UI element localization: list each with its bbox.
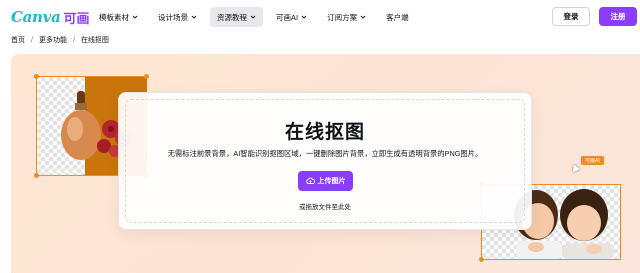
cloud-upload-icon xyxy=(305,177,315,184)
breadcrumb-separator: / xyxy=(72,36,75,44)
login-button[interactable]: 登录 xyxy=(552,7,590,26)
resize-handle xyxy=(144,74,149,79)
signup-button[interactable]: 注册 xyxy=(599,7,637,26)
nav-item-design-scenes[interactable]: 设计场景 xyxy=(151,7,204,27)
page-title: 在线抠图 xyxy=(284,122,365,143)
nav-item-label: 订阅方案 xyxy=(327,12,358,22)
top-navigation-bar: Canva 可画 模板素材 设计场景 资源教程 可画AI 订阅方案 客户端 登录… xyxy=(0,0,640,34)
chevron-down-icon xyxy=(360,15,366,19)
resize-handle xyxy=(34,74,39,79)
nav-item-label: 可画AI xyxy=(276,12,299,22)
nav-item-templates[interactable]: 模板素材 xyxy=(92,7,145,27)
resize-handle xyxy=(34,173,39,178)
cursor-icon xyxy=(569,162,581,173)
breadcrumb: 首页 / 更多功能 / 在线抠图 xyxy=(11,35,109,45)
nav-item-label: 客户端 xyxy=(386,12,409,22)
logo-chinese: 可画 xyxy=(63,10,90,26)
nav-item-canva-ai[interactable]: 可画AI xyxy=(269,7,314,27)
drop-hint-text: 或拖放文件至此处 xyxy=(299,204,351,211)
nav-item-label: 资源教程 xyxy=(217,12,247,22)
upload-image-button[interactable]: 上传图片 xyxy=(298,171,353,191)
upload-button-label: 上传图片 xyxy=(317,178,346,185)
canva-logo[interactable]: Canva 可画 xyxy=(11,7,90,27)
nav-item-label: 模板素材 xyxy=(99,12,129,22)
chevron-down-icon xyxy=(191,15,197,19)
resize-handle xyxy=(479,257,484,262)
chevron-down-icon xyxy=(132,15,138,19)
chevron-down-icon xyxy=(250,15,256,19)
breadcrumb-more-features[interactable]: 更多功能 xyxy=(39,35,67,45)
upload-card: 在线抠图 无需标注前景背景，AI智能识别抠图区域，一键删除图片背景，立即生成有透… xyxy=(118,92,532,230)
page-subtitle: 无需标注前景背景，AI智能识别抠图区域，一键删除图片背景，立即生成有透明背景的P… xyxy=(167,149,483,158)
breadcrumb-separator: / xyxy=(31,36,33,44)
nav-item-label: 设计场景 xyxy=(158,12,188,22)
hero-section: 可画AI 在线抠图 无需标注前景背景，AI智能识别抠图区域，一键删除图片背景，立… xyxy=(11,54,640,273)
ai-tag: 可画AI xyxy=(581,156,604,165)
logo-wordmark: Canva xyxy=(11,8,61,26)
main-nav: 模板素材 设计场景 资源教程 可画AI 订阅方案 客户端 xyxy=(92,7,422,27)
chevron-down-icon xyxy=(301,15,307,19)
nav-item-pricing[interactable]: 订阅方案 xyxy=(320,7,373,27)
breadcrumb-home[interactable]: 首页 xyxy=(11,35,25,45)
nav-item-client[interactable]: 客户端 xyxy=(379,7,416,27)
nav-item-resources[interactable]: 资源教程 xyxy=(210,7,263,27)
breadcrumb-current: 在线抠图 xyxy=(80,37,109,44)
